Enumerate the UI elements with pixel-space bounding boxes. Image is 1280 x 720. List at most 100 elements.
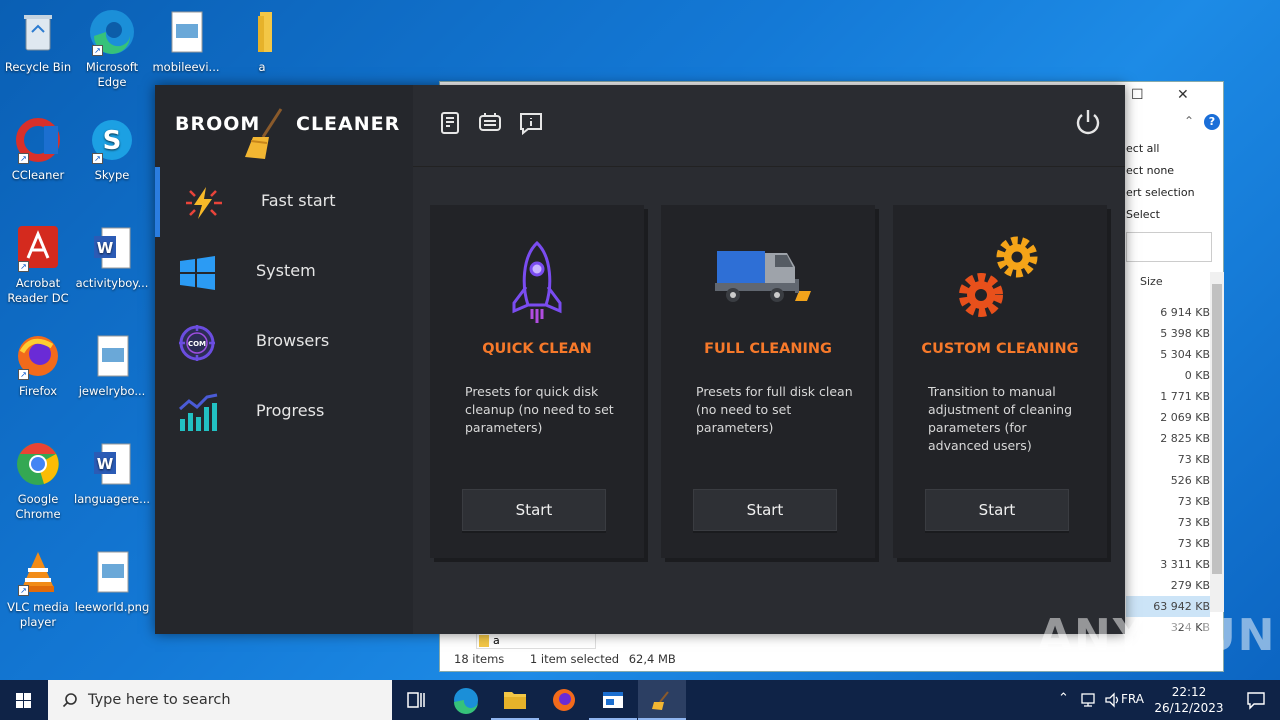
notifications-icon[interactable] — [1246, 690, 1266, 710]
shortcut-arrow-icon: ↗ — [18, 369, 29, 380]
select-group-label: Select — [1126, 208, 1160, 221]
selected-size: 62,4 MB — [628, 652, 676, 666]
task-view-button[interactable] — [392, 680, 440, 720]
rocket-icon — [512, 240, 562, 323]
file-size: 2 825 KB — [1160, 432, 1210, 445]
top-toolbar — [413, 85, 1125, 167]
nav-item-browsers[interactable]: COM Browsers — [155, 307, 413, 377]
desktop-icon-label: activityboy... — [75, 276, 149, 290]
image-file-icon — [88, 332, 136, 380]
broom-cleaner-window: BROOM CLEANER Fast start System COM Brow… — [155, 85, 1125, 634]
start-button[interactable] — [0, 680, 48, 720]
chrome-icon — [14, 440, 62, 488]
invert-selection-item[interactable]: ert selection — [1126, 182, 1222, 204]
app-logo: BROOM CLEANER — [175, 108, 399, 163]
show-hidden-icons-icon[interactable]: ⌃ — [1058, 691, 1069, 706]
sidebar: BROOM CLEANER Fast start System COM Brow… — [155, 85, 413, 634]
nav-item-progress[interactable]: Progress — [155, 377, 413, 447]
network-icon[interactable] — [1080, 692, 1098, 708]
file-size: 526 KB — [1170, 474, 1210, 487]
power-icon[interactable] — [1073, 107, 1103, 137]
explorer-search-input[interactable] — [1126, 232, 1212, 262]
select-none-item[interactable]: ect none — [1126, 160, 1222, 182]
desktop-icon-folder-a[interactable]: a — [224, 8, 300, 75]
desktop-icon-mobileevi[interactable]: mobileevi... — [148, 8, 224, 75]
scheduler-icon[interactable] — [477, 110, 503, 136]
quick-clean-start-button[interactable]: Start — [462, 489, 606, 531]
desktop-icon-languagere[interactable]: W languagere... — [74, 440, 150, 507]
desktop-icon-edge[interactable]: ↗ Microsoft Edge — [74, 8, 150, 90]
vertical-scrollbar[interactable] — [1210, 272, 1224, 612]
desktop-icon-label: Microsoft Edge — [85, 60, 139, 89]
file-size: 1 771 KB — [1160, 390, 1210, 403]
nav-label: System — [256, 261, 316, 280]
info-icon[interactable] — [518, 110, 544, 136]
desktop-icon-recycle-bin[interactable]: Recycle Bin — [0, 8, 76, 75]
firefox-icon: ↗ — [14, 332, 62, 380]
ribbon-collapse-icon[interactable]: ⌃ — [1184, 114, 1194, 128]
custom-cleaning-card: CUSTOM CLEANING Transition to manual adj… — [893, 205, 1107, 558]
maximize-icon[interactable]: ☐ — [1131, 87, 1144, 103]
nav-item-system[interactable]: System — [155, 237, 413, 307]
desktop-icon-jewelrybo[interactable]: jewelrybo... — [74, 332, 150, 399]
desktop-icon-firefox[interactable]: ↗ Firefox — [0, 332, 76, 399]
select-all-item[interactable]: ect all — [1126, 138, 1222, 160]
desktop-icon-vlc[interactable]: ↗ VLC media player — [0, 548, 76, 630]
nav-label: Browsers — [256, 331, 330, 350]
clock[interactable]: 22:12 26/12/2023 — [1154, 684, 1224, 716]
nav-label: Fast start — [261, 191, 336, 210]
broom-icon — [245, 108, 283, 159]
taskbar-app-window[interactable] — [589, 680, 637, 720]
ccleaner-icon: ↗ — [14, 116, 62, 164]
desktop-icon-label: jewelrybo... — [78, 384, 146, 398]
nav-item-fast-start[interactable]: Fast start — [155, 167, 413, 237]
desktop-icon-chrome[interactable]: Google Chrome — [0, 440, 76, 522]
word-document-icon: W — [88, 440, 136, 488]
recycle-bin-icon — [14, 8, 62, 56]
image-file-icon — [88, 548, 136, 596]
file-size-list: 6 914 KB 5 398 KB 5 304 KB 0 KB 1 771 KB… — [1126, 302, 1210, 638]
edge-icon — [454, 688, 478, 714]
shortcut-arrow-icon: ↗ — [92, 45, 103, 56]
file-size: 73 KB — [1177, 495, 1210, 508]
selected-count: 1 item selected — [529, 652, 620, 666]
svg-text:COM: COM — [188, 340, 206, 348]
input-language[interactable]: FRA — [1121, 692, 1144, 706]
desktop-icon-label: Acrobat Reader DC — [7, 276, 69, 305]
card-title: CUSTOM CLEANING — [921, 341, 1079, 357]
taskbar: Type here to search ⌃ FRA 22:12 26/12/20… — [0, 680, 1280, 720]
taskbar-firefox[interactable] — [540, 680, 588, 720]
word-document-icon: W — [88, 224, 136, 272]
file-size: 0 KB — [1184, 369, 1210, 382]
full-cleaning-start-button[interactable]: Start — [693, 489, 837, 531]
desktop-icon-leeworld[interactable]: leeworld.png — [74, 548, 150, 615]
close-icon[interactable]: ✕ — [1177, 87, 1189, 103]
file-size: 73 KB — [1177, 453, 1210, 466]
report-icon[interactable] — [437, 110, 463, 136]
shortcut-arrow-icon: ↗ — [92, 153, 103, 164]
desktop-icon-ccleaner[interactable]: ↗ CCleaner — [0, 116, 76, 183]
edge-icon: ↗ — [88, 8, 136, 56]
custom-cleaning-start-button[interactable]: Start — [925, 489, 1069, 531]
file-size: 6 914 KB — [1160, 306, 1210, 319]
size-column-header[interactable]: Size — [1140, 275, 1163, 288]
taskbar-file-explorer[interactable] — [491, 680, 539, 720]
taskbar-broom-cleaner[interactable] — [638, 680, 686, 720]
desktop-icon-acrobat[interactable]: ↗ Acrobat Reader DC — [0, 224, 76, 306]
taskbar-edge[interactable] — [442, 680, 490, 720]
bar-chart-icon — [179, 393, 218, 431]
help-icon[interactable]: ? — [1204, 114, 1220, 130]
card-description: Transition to manual adjustment of clean… — [928, 384, 1073, 453]
desktop-icon-label: Skype — [94, 168, 130, 182]
shortcut-arrow-icon: ↗ — [18, 585, 29, 596]
image-file-icon — [162, 8, 210, 56]
scrollbar-thumb[interactable] — [1212, 284, 1222, 574]
volume-icon[interactable] — [1104, 692, 1122, 708]
quick-clean-card: QUICK CLEAN Presets for quick disk clean… — [430, 205, 644, 558]
desktop-icon-label: Recycle Bin — [4, 60, 72, 74]
svg-text:W: W — [97, 239, 114, 257]
desktop-icon-skype[interactable]: S ↗ Skype — [74, 116, 150, 183]
taskbar-search-input[interactable]: Type here to search — [48, 680, 392, 720]
desktop-icon-activityboy[interactable]: W activityboy... — [74, 224, 150, 291]
shortcut-arrow-icon: ↗ — [18, 153, 29, 164]
